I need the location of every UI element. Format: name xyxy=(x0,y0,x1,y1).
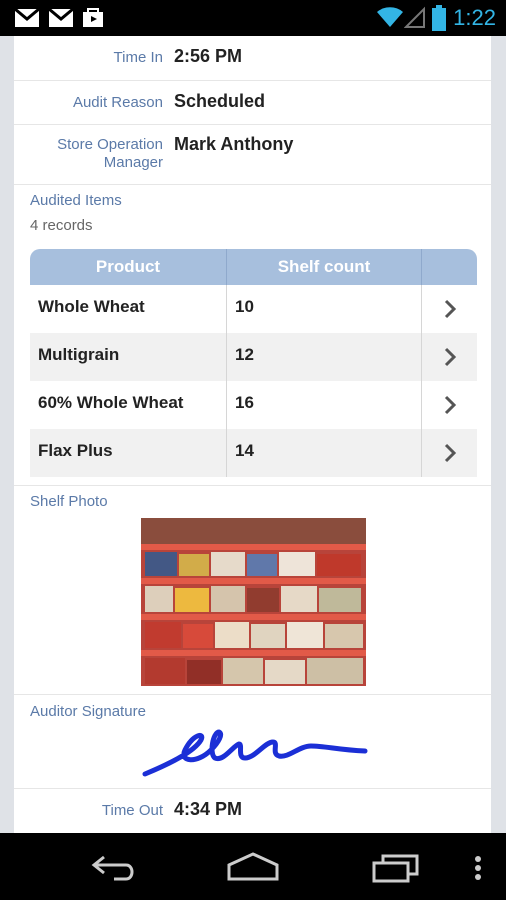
table-row[interactable]: Whole Wheat 10 xyxy=(30,285,477,333)
battery-icon xyxy=(432,5,446,36)
grid-body: Whole Wheat 10 Multigrain 12 60% Whole W… xyxy=(30,285,477,477)
shelf-count-cell: 14 xyxy=(227,429,422,477)
signal-icon xyxy=(403,6,426,33)
chevron-right-icon[interactable] xyxy=(422,333,477,381)
shelf-count-cell: 10 xyxy=(227,285,422,333)
navigation-bar xyxy=(0,833,506,900)
time-in-value: 2:56 PM xyxy=(174,46,243,66)
audit-reason-label: Audit Reason xyxy=(72,94,163,111)
chevron-right-icon[interactable] xyxy=(422,285,477,333)
records-count: 4 records xyxy=(30,217,93,234)
product-cell: Whole Wheat xyxy=(30,285,227,333)
product-cell: 60% Whole Wheat xyxy=(30,381,227,429)
status-bar: 1:22 xyxy=(0,0,506,36)
table-row[interactable]: Multigrain 12 xyxy=(30,333,477,381)
column-product[interactable]: Product xyxy=(30,249,227,285)
auditor-signature-title: Auditor Signature xyxy=(30,703,146,720)
time-in-label: Time In xyxy=(113,49,163,66)
audit-reason-value: Scheduled xyxy=(174,91,266,111)
recent-apps-icon[interactable] xyxy=(371,853,421,888)
manager-value: Mark Anthony xyxy=(174,134,294,154)
back-icon[interactable] xyxy=(90,853,138,886)
table-row[interactable]: Flax Plus 14 xyxy=(30,429,477,477)
audited-items-grid: Product Shelf count Whole Wheat 10 Multi… xyxy=(30,249,477,477)
wifi-icon xyxy=(376,6,404,33)
time-in-row: Time In 2:56 PM xyxy=(14,36,491,81)
audit-detail-panel: Time In 2:56 PM Audit Reason Scheduled S… xyxy=(14,36,491,833)
audit-reason-row: Audit Reason Scheduled xyxy=(14,81,491,125)
time-out-label: Time Out xyxy=(101,802,163,819)
bag-icon xyxy=(82,6,104,33)
clock-time: 1:22 xyxy=(453,5,496,30)
grid-header: Product Shelf count xyxy=(30,249,477,285)
table-row[interactable]: 60% Whole Wheat 16 xyxy=(30,381,477,429)
time-out-value: 4:34 PM xyxy=(174,799,243,819)
column-shelf-count[interactable]: Shelf count xyxy=(227,249,422,285)
product-cell: Multigrain xyxy=(30,333,227,381)
product-cell: Flax Plus xyxy=(30,429,227,477)
time-out-row: Time Out 4:34 PM xyxy=(14,789,491,833)
chevron-right-icon[interactable] xyxy=(422,381,477,429)
manager-label: Store Operation Manager xyxy=(57,136,163,171)
shelf-photo-title: Shelf Photo xyxy=(30,493,108,510)
menu-overflow-icon[interactable] xyxy=(474,855,482,886)
shelf-photo[interactable] xyxy=(141,518,366,686)
shelf-count-cell: 12 xyxy=(227,333,422,381)
shelf-count-cell: 16 xyxy=(227,381,422,429)
manager-row: Store Operation Manager Mark Anthony xyxy=(14,125,491,185)
audited-items-title: Audited Items xyxy=(30,192,122,209)
signature-image xyxy=(139,724,369,784)
gmail-icon xyxy=(14,7,40,33)
chevron-right-icon[interactable] xyxy=(422,429,477,477)
gmail-icon xyxy=(48,7,74,33)
home-icon[interactable] xyxy=(226,851,280,886)
